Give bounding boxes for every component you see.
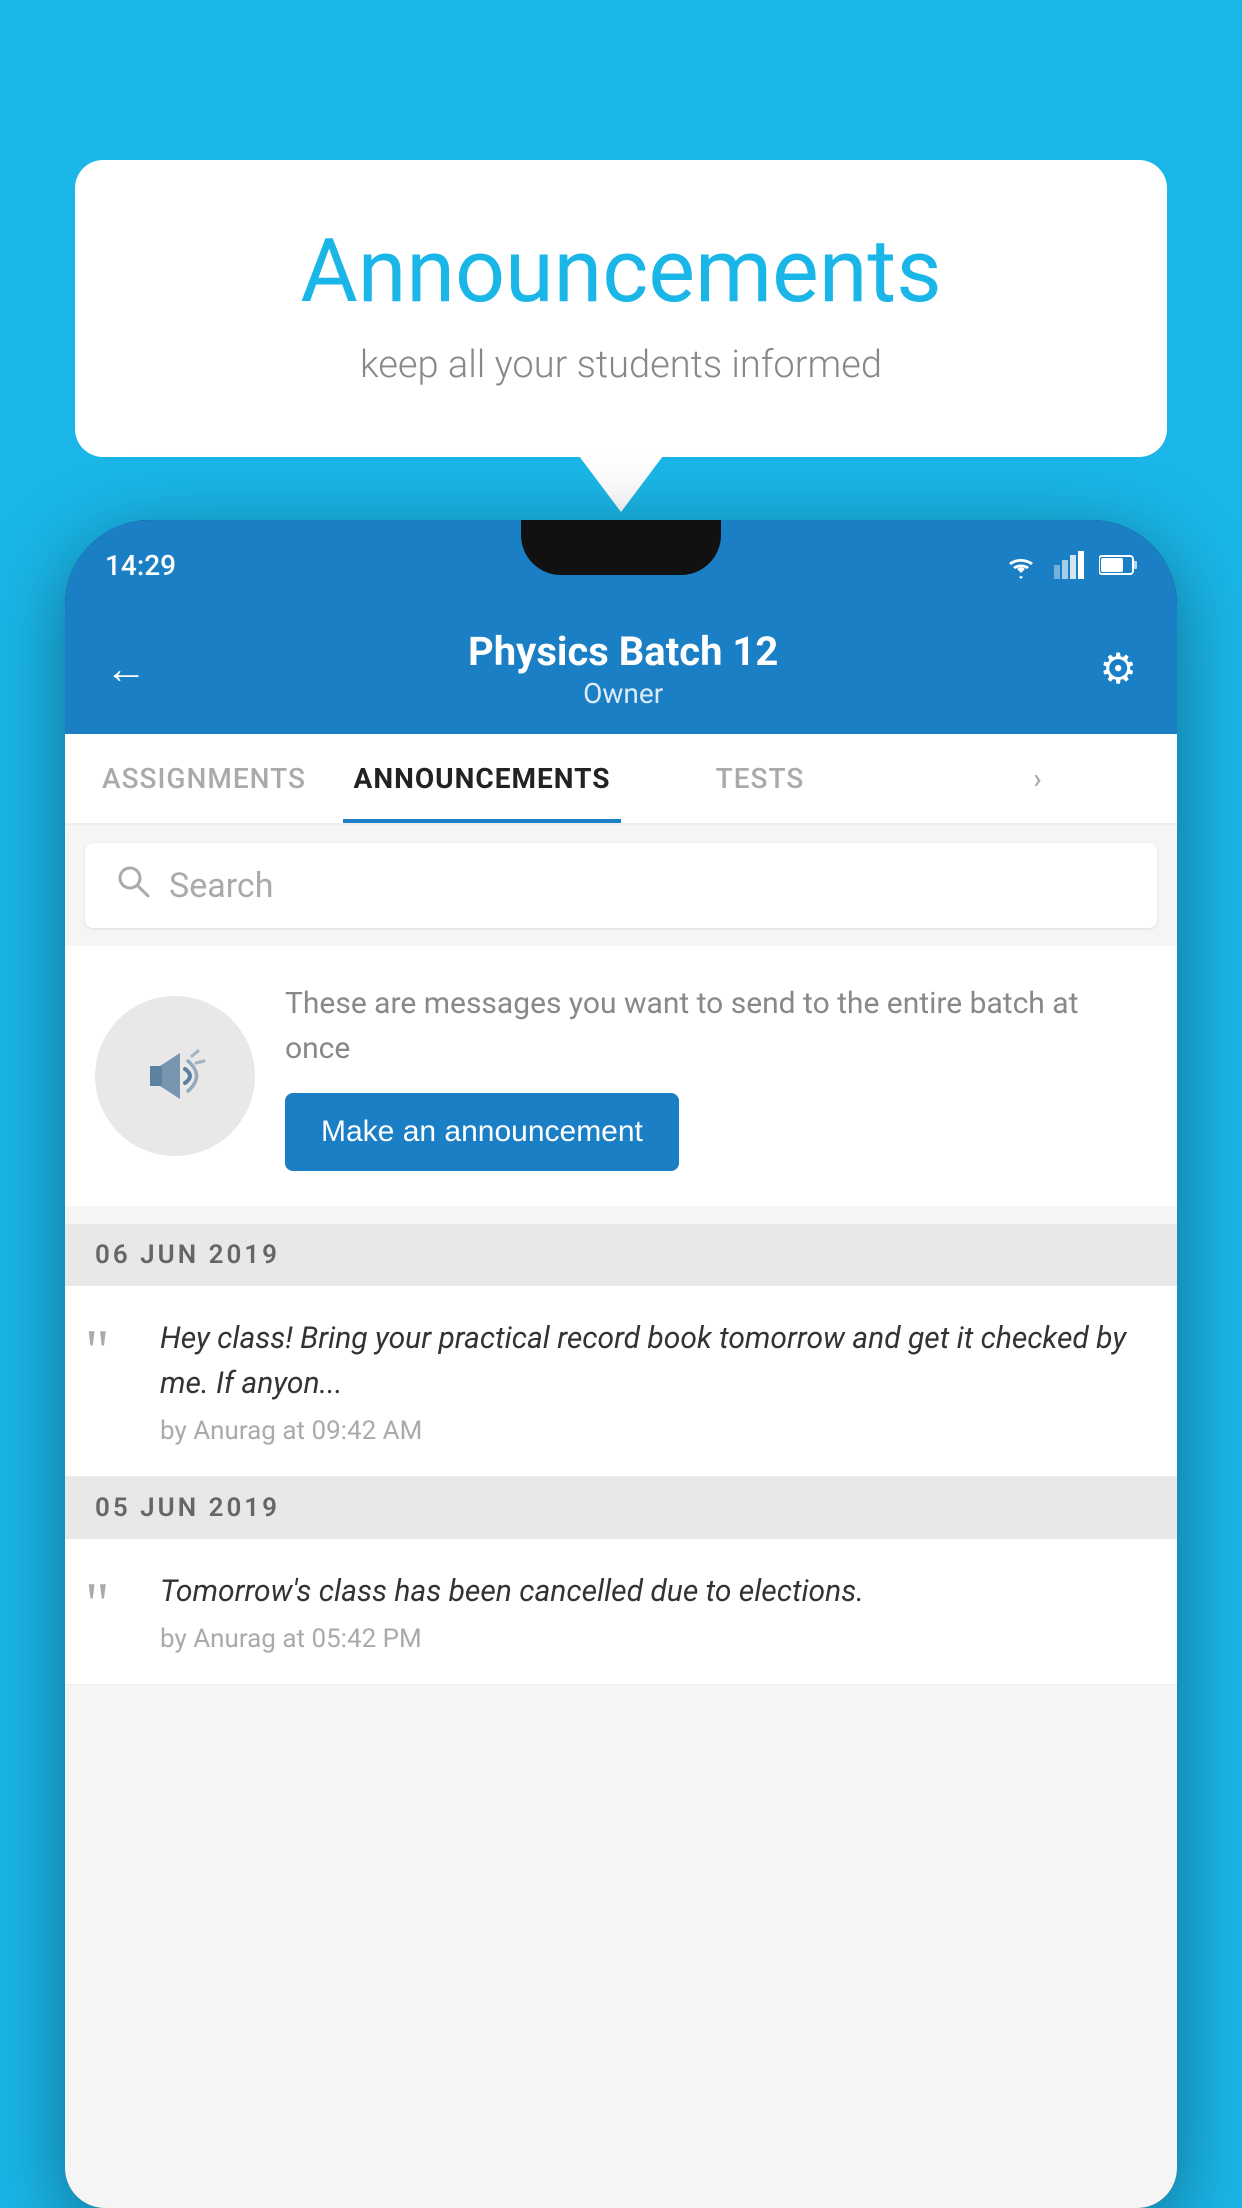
megaphone-icon bbox=[130, 1031, 220, 1121]
phone-frame: 14:29 ← Physics B bbox=[65, 520, 1177, 2208]
search-bar[interactable]: Search bbox=[85, 843, 1157, 928]
promo-icon-circle bbox=[95, 996, 255, 1156]
signal-icon bbox=[1054, 551, 1084, 579]
status-bar: 14:29 bbox=[65, 520, 1177, 610]
wifi-icon bbox=[1003, 551, 1039, 579]
status-icons bbox=[1003, 551, 1137, 579]
battery-icon bbox=[1099, 553, 1137, 577]
back-button[interactable]: ← bbox=[105, 645, 147, 694]
announcements-subtitle: keep all your students informed bbox=[155, 343, 1087, 387]
announcement-text-2: Tomorrow's class has been cancelled due … bbox=[160, 1569, 1147, 1654]
phone-inner: ← Physics Batch 12 Owner ⚙ ASSIGNMENTS A… bbox=[65, 610, 1177, 2208]
tab-more[interactable]: › bbox=[899, 734, 1177, 823]
promo-card: These are messages you want to send to t… bbox=[65, 946, 1177, 1206]
announcements-heading: Announcements bbox=[155, 220, 1087, 323]
status-time: 14:29 bbox=[105, 549, 176, 582]
promo-description: These are messages you want to send to t… bbox=[285, 981, 1147, 1071]
quote-icon-2: " bbox=[85, 1574, 140, 1634]
announcement-body-1: Hey class! Bring your practical record b… bbox=[160, 1316, 1147, 1406]
speech-bubble: Announcements keep all your students inf… bbox=[75, 160, 1167, 457]
settings-icon[interactable]: ⚙ bbox=[1099, 644, 1137, 694]
promo-right: These are messages you want to send to t… bbox=[285, 981, 1147, 1171]
make-announcement-button[interactable]: Make an announcement bbox=[285, 1093, 679, 1171]
announcement-item-1[interactable]: " Hey class! Bring your practical record… bbox=[65, 1286, 1177, 1477]
app-header: ← Physics Batch 12 Owner ⚙ bbox=[65, 610, 1177, 734]
announcement-meta-1: by Anurag at 09:42 AM bbox=[160, 1416, 1147, 1446]
tab-tests[interactable]: TESTS bbox=[621, 734, 899, 823]
announcement-body-2: Tomorrow's class has been cancelled due … bbox=[160, 1569, 1147, 1614]
quote-icon-1: " bbox=[85, 1321, 140, 1381]
date-header-2: 05 JUN 2019 bbox=[65, 1477, 1177, 1539]
tab-announcements[interactable]: ANNOUNCEMENTS bbox=[343, 734, 621, 823]
batch-subtitle: Owner bbox=[468, 677, 778, 710]
header-title-group: Physics Batch 12 Owner bbox=[468, 628, 778, 710]
speech-bubble-container: Announcements keep all your students inf… bbox=[75, 160, 1167, 457]
announcement-meta-2: by Anurag at 05:42 PM bbox=[160, 1624, 1147, 1654]
tabs-bar: ASSIGNMENTS ANNOUNCEMENTS TESTS › bbox=[65, 734, 1177, 825]
announcement-text-1: Hey class! Bring your practical record b… bbox=[160, 1316, 1147, 1446]
phone-screen: Search These are messages you bbox=[65, 825, 1177, 2208]
announcement-item-2[interactable]: " Tomorrow's class has been cancelled du… bbox=[65, 1539, 1177, 1685]
search-placeholder: Search bbox=[169, 866, 273, 906]
batch-title: Physics Batch 12 bbox=[468, 628, 778, 675]
search-icon bbox=[115, 863, 151, 908]
date-header-1: 06 JUN 2019 bbox=[65, 1224, 1177, 1286]
tab-assignments[interactable]: ASSIGNMENTS bbox=[65, 734, 343, 823]
